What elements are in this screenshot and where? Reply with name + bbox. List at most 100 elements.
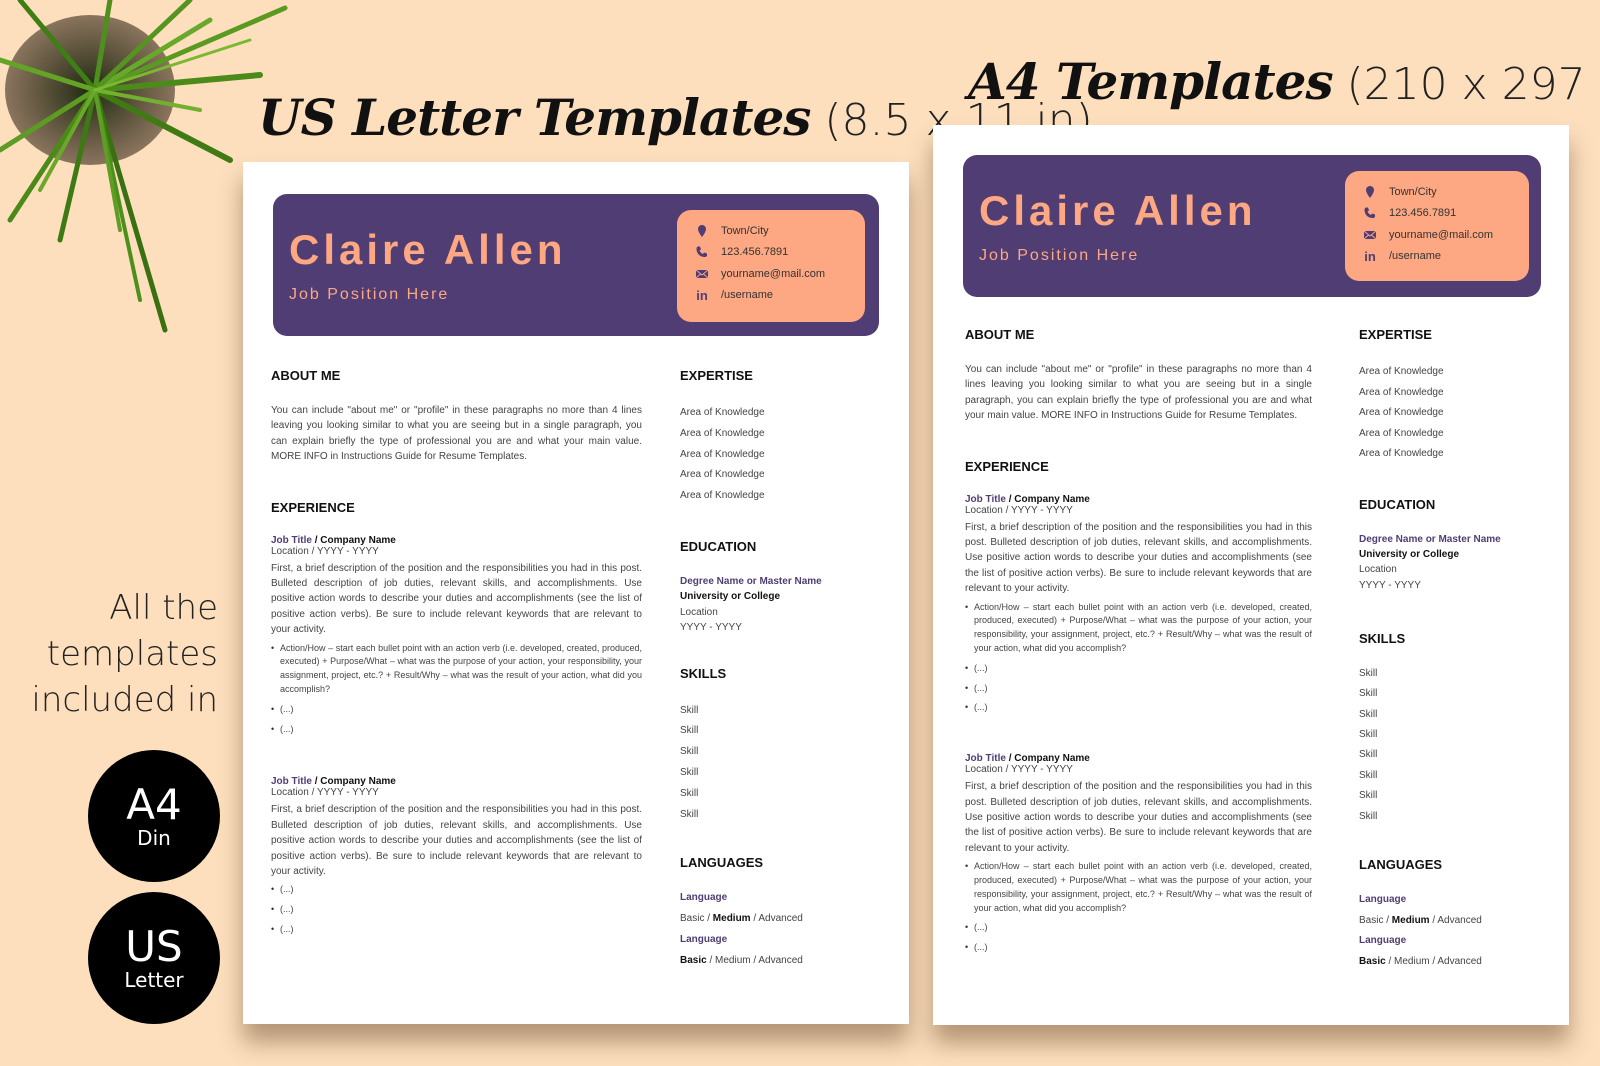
level-text: Basic / (1359, 914, 1392, 926)
phone-icon (1363, 206, 1377, 220)
bullet-item: Action/How – start each bullet point wit… (965, 860, 1312, 915)
language-name: Language (680, 933, 728, 945)
skill-item: Skill (680, 767, 699, 778)
job-bullets: Action/How – start each bullet point wit… (271, 642, 642, 737)
bullet-item: (...) (271, 723, 642, 737)
resume-name: Claire Allen (979, 187, 1257, 234)
location-pin-icon (1363, 185, 1377, 199)
expertise-item: Area of Knowledge (1359, 448, 1444, 460)
degree-name: Degree Name or Master Name (680, 575, 822, 587)
about-text: You can include "about me" or "profile" … (271, 405, 642, 463)
education-entry: Degree Name or Master Name University or… (680, 574, 880, 636)
skill-item: Skill (1359, 729, 1378, 740)
bullet-item: (...) (271, 923, 642, 937)
expertise-item: Area of Knowledge (680, 490, 765, 502)
contact-email: yourname@mail.com (695, 263, 865, 285)
side-line: included in (31, 680, 218, 720)
skills-title: SKILLS (680, 665, 727, 681)
job-heading: Job Title / Company Name (965, 494, 1312, 505)
skill-item: Skill (680, 787, 699, 799)
skill-item: Skill (1359, 769, 1378, 781)
experience-entry: Job Title / Company Name Location / YYYY… (271, 776, 642, 936)
job-title: Job Title (965, 493, 1006, 505)
contact-text: Town/City (721, 224, 769, 237)
a4-heading: A4 Templates (210 x 297 mm) (968, 52, 1600, 111)
included-formats-text: All the templates included in (31, 585, 218, 723)
experience-title: EXPERIENCE (965, 458, 1049, 474)
expertise-list: Area of Knowledge Area of Knowledge Area… (680, 403, 880, 507)
resume-header: Claire Allen Job Position Here Town/City… (273, 194, 879, 336)
linkedin-icon: in (696, 287, 708, 303)
a4-heading-script: A4 Templates (968, 52, 1334, 111)
experience-title: EXPERIENCE (271, 499, 355, 515)
level-selected: Medium (1391, 914, 1430, 926)
language-level: Basic / Medium / Advanced (680, 909, 880, 930)
job-description: First, a brief description of the positi… (965, 521, 1312, 595)
badge-title: A4 (126, 780, 182, 829)
school-location: Location (680, 606, 718, 618)
bullet-item: (...) (271, 703, 642, 717)
job-heading: Job Title / Company Name (271, 535, 642, 546)
skill-item: Skill (680, 704, 699, 716)
level-text: Basic / (680, 913, 713, 925)
experience-entry: Job Title / Company Name Location / YYYY… (271, 535, 642, 737)
badge-subtitle: Letter (124, 968, 184, 992)
job-title: Job Title (965, 753, 1006, 765)
contact-email: yourname@mail.com (1363, 224, 1529, 246)
email-icon (695, 267, 709, 281)
job-bullets: Action/How – start each bullet point wit… (965, 601, 1312, 716)
language-name: Language (1359, 935, 1407, 947)
bullet-item: (...) (965, 941, 1312, 955)
expertise-item: Area of Knowledge (1359, 407, 1444, 419)
bullet-item: (...) (965, 921, 1312, 935)
contact-text: /username (1389, 250, 1441, 263)
contact-linkedin: in /username (695, 285, 865, 307)
school-name: University or College (1359, 549, 1460, 561)
languages-list: Language Basic / Medium / Advanced Langu… (680, 888, 880, 971)
resume-header: Claire Allen Job Position Here Town/City… (963, 155, 1541, 297)
company-name: / Company Name (1005, 753, 1090, 765)
job-location: Location / YYYY - YYYY (271, 787, 379, 799)
languages-title: LANGUAGES (1359, 857, 1443, 873)
level-text: / Medium / Advanced (706, 954, 803, 966)
level-text: / Advanced (750, 913, 803, 925)
job-location: Location / YYYY - YYYY (965, 764, 1073, 776)
level-selected: Basic (680, 954, 707, 966)
job-title: Job Title (271, 776, 312, 788)
level-selected: Medium (712, 913, 751, 925)
contact-phone: 123.456.7891 (1363, 203, 1529, 225)
contact-text: 123.456.7891 (1389, 207, 1457, 220)
education-title: EDUCATION (680, 538, 757, 554)
right-column: EXPERTISE Area of Knowledge Area of Know… (1359, 327, 1549, 972)
job-title: Job Title (271, 534, 312, 546)
job-heading: Job Title / Company Name (271, 776, 642, 787)
school-years: YYYY - YYYY (1359, 579, 1421, 591)
level-text: / Advanced (1429, 914, 1482, 926)
us-letter-resume-page: Claire Allen Job Position Here Town/City… (243, 162, 909, 1024)
school-location: Location (1359, 564, 1397, 576)
degree-name: Degree Name or Master Name (1359, 533, 1501, 545)
skill-item: Skill (680, 746, 699, 758)
bullet-item: Action/How – start each bullet point wit… (965, 601, 1312, 656)
skills-title: SKILLS (1359, 630, 1406, 646)
a4-din-badge: A4 Din (88, 750, 220, 882)
skills-list: Skill Skill Skill Skill Skill Skill (680, 701, 880, 826)
company-name: / Company Name (311, 534, 396, 546)
contact-box: Town/City 123.456.7891 yourname@mail.com… (1345, 171, 1529, 281)
about-title: ABOUT ME (965, 327, 1035, 342)
job-bullets: (...) (...) (...) (271, 883, 642, 936)
bullet-item: (...) (271, 883, 642, 897)
expertise-title: EXPERTISE (680, 368, 753, 383)
expertise-title: EXPERTISE (1359, 327, 1432, 342)
job-bullets: Action/How – start each bullet point wit… (965, 860, 1312, 955)
bullet-item: (...) (271, 903, 642, 917)
bullet-item: (...) (965, 701, 1312, 715)
email-icon (1363, 228, 1377, 242)
job-description: First, a brief description of the positi… (271, 804, 642, 878)
school-years: YYYY - YYYY (680, 622, 742, 634)
left-column: ABOUT ME You can include "about me" or "… (271, 368, 642, 937)
job-location: Location / YYYY - YYYY (965, 504, 1073, 516)
language-name: Language (1359, 894, 1407, 906)
contact-phone: 123.456.7891 (695, 242, 865, 264)
company-name: / Company Name (1005, 493, 1090, 505)
